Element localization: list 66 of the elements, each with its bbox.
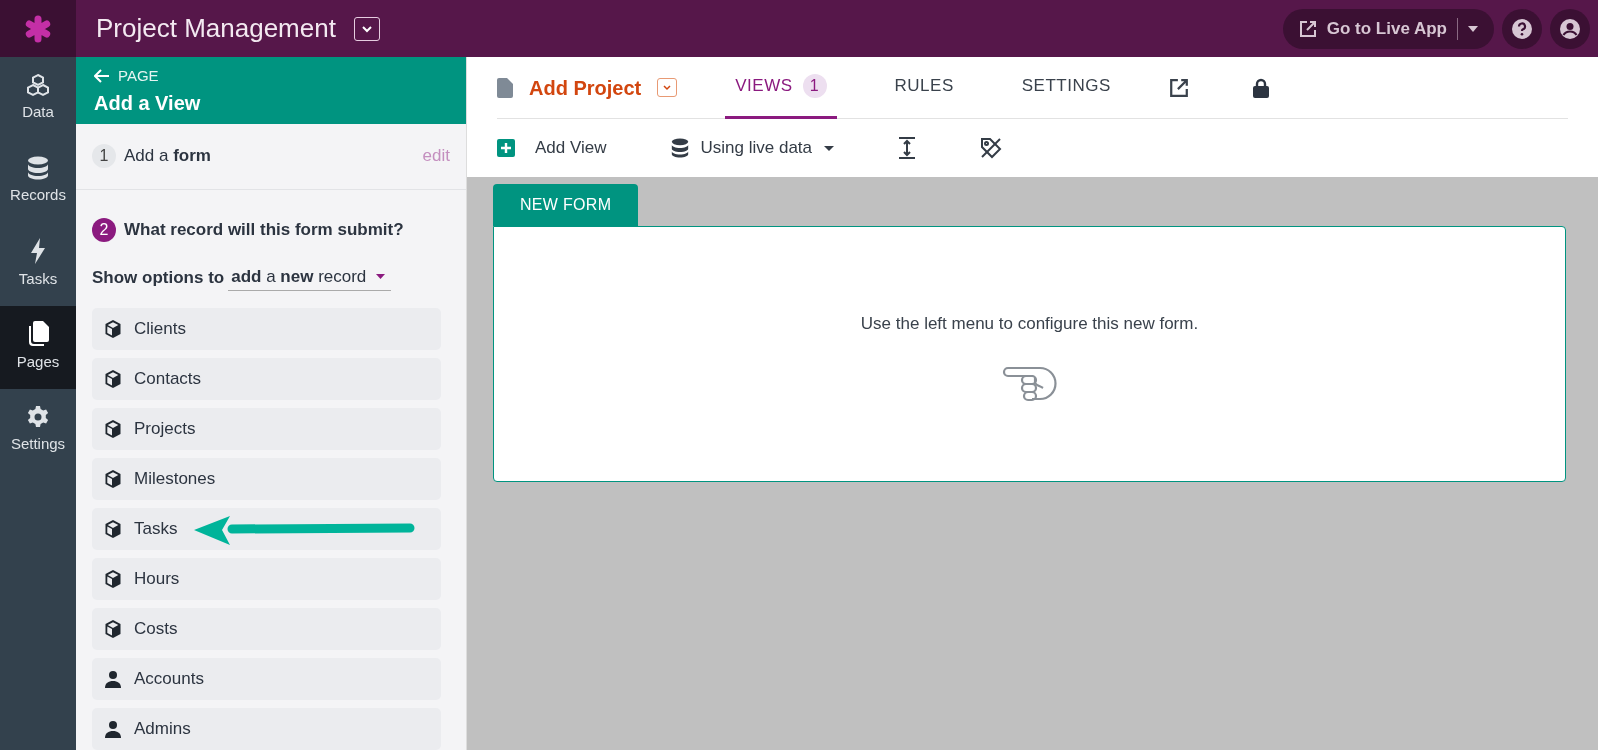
help-button[interactable] [1502, 8, 1542, 49]
file-copy-icon [27, 321, 49, 348]
form-message: Use the left menu to configure this new form. [860, 313, 1199, 335]
cube-icon [104, 418, 122, 439]
vertical-spacing-icon[interactable] [898, 137, 917, 159]
view-tab[interactable]: NEW FORM [493, 184, 639, 226]
nav-item[interactable]: Settings [0, 389, 76, 472]
add-view-button[interactable]: Add View [497, 135, 607, 161]
app-title: Project Management [96, 12, 336, 45]
cube-icon [104, 568, 122, 589]
chevron-down-icon [662, 84, 673, 91]
cube-icon [104, 468, 122, 489]
step-number: 2 [92, 217, 116, 242]
chevron-down-icon [360, 24, 373, 33]
cubes-icon [26, 73, 50, 98]
database-icon [670, 138, 689, 158]
record-action-dropdown[interactable]: add a new record [228, 263, 392, 292]
data-source-dropdown[interactable]: Using live data [670, 135, 835, 161]
step-title: Add a form [124, 145, 211, 168]
app-menu-dropdown[interactable] [353, 16, 380, 41]
nav-item[interactable]: Tasks [0, 223, 76, 306]
record-item[interactable]: Admins [92, 707, 441, 750]
open-in-new-icon[interactable] [1168, 77, 1189, 98]
page-tab[interactable]: RULES [884, 56, 964, 119]
record-item[interactable]: Milestones [92, 457, 441, 500]
document-icon [497, 77, 513, 98]
step-number: 1 [92, 144, 116, 168]
page-tab[interactable]: SETTINGS [1011, 56, 1121, 119]
nav-item[interactable]: Pages [0, 306, 76, 389]
record-item[interactable]: Costs [92, 607, 441, 650]
lightning-bolt-icon [30, 238, 46, 265]
person-icon [104, 719, 122, 738]
arrow-left-icon [94, 69, 110, 84]
nav-item[interactable]: Records [0, 140, 76, 223]
cube-icon [104, 618, 122, 639]
record-item[interactable]: Hours [92, 557, 441, 600]
settings-icon [26, 405, 50, 430]
help-icon [1511, 17, 1533, 40]
record-item[interactable]: Contacts [92, 357, 441, 400]
nav-item[interactable]: Data [0, 57, 76, 140]
user-account-button[interactable] [1550, 8, 1590, 49]
caret-down-icon [824, 145, 835, 151]
caret-down-icon [376, 274, 386, 279]
cube-icon [104, 518, 122, 539]
person-icon [104, 669, 122, 688]
user-avatar-icon [1559, 17, 1581, 40]
go-to-live-app-button[interactable]: Go to Live App [1282, 8, 1494, 49]
pointing-hand-icon [1001, 364, 1058, 403]
record-item[interactable]: Clients [92, 307, 441, 350]
open-in-new-icon [1298, 19, 1317, 38]
plus-square-icon [497, 139, 515, 157]
record-item[interactable]: Projects [92, 407, 441, 450]
page-title: Add Project [529, 75, 642, 101]
database-icon [27, 156, 49, 181]
record-item[interactable]: Accounts [92, 657, 441, 700]
page-tab[interactable]: VIEWS 1 [725, 56, 837, 119]
cube-icon [104, 368, 122, 389]
tag-slash-icon[interactable] [980, 137, 1003, 159]
cube-icon [104, 318, 122, 339]
caret-down-icon [1468, 25, 1478, 32]
asterisk-logo-icon [24, 14, 52, 43]
lock-icon[interactable] [1252, 77, 1269, 98]
show-options-label: Show options to [92, 266, 225, 289]
views-count-badge: 1 [802, 74, 827, 98]
step-title: What record will this form submit? [124, 218, 404, 241]
panel-title: Add a View [94, 90, 202, 116]
